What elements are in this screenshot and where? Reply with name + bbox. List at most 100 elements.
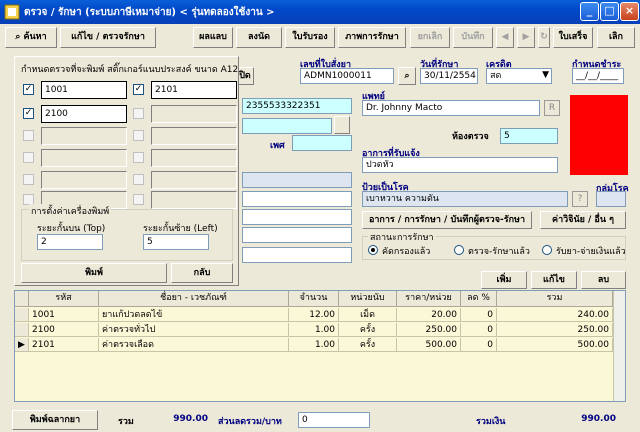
address-field-1[interactable] <box>242 172 352 188</box>
left-margin-field[interactable]: 5 <box>143 234 209 250</box>
receipt-button[interactable]: ใบเสร็จ <box>553 27 593 48</box>
print-drug-label-button[interactable]: พิมพ์ฉลากยา <box>12 410 98 430</box>
sticker-code-cell[interactable]: 1001 <box>41 81 127 99</box>
back-button[interactable]: กลับ <box>171 263 233 283</box>
sticker-code-cell[interactable] <box>151 191 237 209</box>
table-cell[interactable]: 0 <box>461 338 497 352</box>
sticker-code-cell[interactable] <box>151 127 237 145</box>
address-field-5[interactable] <box>242 247 352 263</box>
sticker-checkbox[interactable] <box>23 130 34 141</box>
sticker-checkbox[interactable]: ✓ <box>133 84 144 95</box>
row-selector[interactable]: ▶ <box>15 338 29 352</box>
table-cell[interactable]: เม็ด <box>339 308 397 322</box>
sticker-checkbox[interactable]: ✓ <box>23 84 34 95</box>
minimize-button[interactable]: _ <box>580 2 599 21</box>
edit-exam-button[interactable]: แก้ไข / ตรวจรักษา <box>60 27 156 48</box>
column-header[interactable]: รหัส <box>29 291 99 307</box>
certificate-button[interactable]: ใบรับรอง <box>285 27 335 48</box>
sticker-checkbox[interactable] <box>133 152 144 163</box>
gender-field[interactable] <box>292 135 352 151</box>
top-margin-field[interactable]: 2 <box>37 234 103 250</box>
table-cell[interactable]: ยาแก้ปวดลดไข้ <box>99 308 289 322</box>
column-header[interactable]: ชื่อยา - เวชภัณฑ์ <box>99 291 289 307</box>
table-cell[interactable]: 2100 <box>29 323 99 337</box>
table-cell[interactable]: 1001 <box>29 308 99 322</box>
doctor-field[interactable]: Dr. Johnny Macto <box>362 100 540 116</box>
column-header[interactable]: ลด % <box>461 291 497 307</box>
table-cell[interactable]: 500.00 <box>497 338 613 352</box>
sticker-checkbox[interactable] <box>23 152 34 163</box>
table-cell[interactable]: 240.00 <box>497 308 613 322</box>
sticker-code-cell[interactable] <box>151 149 237 167</box>
sticker-checkbox[interactable] <box>23 174 34 185</box>
appointment-button[interactable]: ลงนัด <box>236 27 282 48</box>
sticker-code-cell[interactable] <box>41 149 127 167</box>
sticker-checkbox[interactable] <box>133 174 144 185</box>
table-cell[interactable]: ครั้ง <box>339 323 397 337</box>
sticker-code-cell[interactable] <box>151 171 237 189</box>
column-header[interactable]: หน่วยนับ <box>339 291 397 307</box>
table-cell[interactable]: 500.00 <box>397 338 461 352</box>
disease-field[interactable]: เบาหวาน ความดัน <box>362 191 568 207</box>
address-field-2[interactable] <box>242 191 352 207</box>
table-cell[interactable]: ค่าตรวจทั่วไป <box>99 323 289 337</box>
table-cell[interactable]: 20.00 <box>397 308 461 322</box>
sticker-checkbox[interactable]: ✓ <box>23 108 34 119</box>
table-cell[interactable]: 12.00 <box>289 308 339 322</box>
save-button[interactable]: บันทึก <box>453 27 493 48</box>
status-radio-screened[interactable] <box>368 245 378 255</box>
id-card-field[interactable]: 2355533322351 <box>242 98 352 114</box>
close-button[interactable]: × <box>620 2 639 21</box>
hn-search-button[interactable]: ⌕ <box>398 67 416 85</box>
table-cell[interactable]: 1.00 <box>289 323 339 337</box>
symptom-field[interactable]: ปวดหัว <box>362 157 558 173</box>
sticker-checkbox[interactable] <box>133 130 144 141</box>
refresh-button[interactable]: ↻ <box>538 27 550 48</box>
other-fees-button[interactable]: ค่าวิจินัย / อื่น ๆ <box>540 211 626 229</box>
status-radio-paid[interactable] <box>542 245 552 255</box>
print-sticker-button[interactable]: พิมพ์ <box>21 263 167 283</box>
table-cell[interactable]: 250.00 <box>497 323 613 337</box>
sticker-code-cell[interactable] <box>41 171 127 189</box>
hn-field[interactable]: ADMN1000011 <box>300 68 394 84</box>
status-radio-examined[interactable] <box>454 245 464 255</box>
delete-item-button[interactable]: ลบ <box>581 271 626 289</box>
table-scrollbar[interactable] <box>613 291 625 401</box>
table-cell[interactable]: 250.00 <box>397 323 461 337</box>
sticker-checkbox[interactable] <box>133 194 144 205</box>
table-cell[interactable]: 0 <box>461 323 497 337</box>
room-field[interactable]: 5 <box>500 128 558 144</box>
discount-field[interactable]: 0 <box>298 412 370 428</box>
table-cell[interactable]: 1.00 <box>289 338 339 352</box>
sticker-code-cell[interactable] <box>41 127 127 145</box>
sticker-checkbox[interactable] <box>133 108 144 119</box>
column-header[interactable]: รวม <box>497 291 613 307</box>
disease-group-field[interactable] <box>596 191 626 207</box>
exit-button[interactable]: เลิก <box>597 27 635 48</box>
table-cell[interactable]: 2101 <box>29 338 99 352</box>
maximize-button[interactable]: □ <box>600 2 619 21</box>
add-item-button[interactable]: เพิ่ม <box>481 271 527 289</box>
disease-lookup-button[interactable]: ? <box>572 191 588 207</box>
address-field-4[interactable] <box>242 227 352 243</box>
column-header[interactable]: จำนวน <box>289 291 339 307</box>
sticker-code-cell[interactable]: 2100 <box>41 105 127 123</box>
address-field-3[interactable] <box>242 209 352 225</box>
doctor-lookup-button[interactable]: R <box>544 100 560 116</box>
nav-prev-button[interactable]: ◀ <box>496 27 514 48</box>
patient-extra-field[interactable] <box>242 118 332 134</box>
cancel-button[interactable]: ยกเลิก <box>410 27 450 48</box>
search-button[interactable]: ⌕ ค้นหา <box>5 27 57 48</box>
patient-lookup-button[interactable] <box>334 116 350 134</box>
due-date-field[interactable]: __/__/____ <box>572 68 624 84</box>
lab-result-button[interactable]: ผลแลบ <box>193 27 233 48</box>
row-selector[interactable] <box>15 323 29 337</box>
table-cell[interactable]: ค่าตรวจเลือด <box>99 338 289 352</box>
nav-next-button[interactable]: ▶ <box>517 27 535 48</box>
treatment-record-button[interactable]: อาการ / การรักษา / บันทึกผู้ตรวจ-รักษา <box>362 211 532 229</box>
treatment-history-button[interactable]: ภาพการรักษา <box>338 27 406 48</box>
table-cell[interactable]: 0 <box>461 308 497 322</box>
edit-item-button[interactable]: แก้ไข <box>531 271 577 289</box>
credit-select[interactable]: สด ▼ <box>486 68 552 84</box>
date-field[interactable]: 30/11/2554 <box>420 68 478 84</box>
